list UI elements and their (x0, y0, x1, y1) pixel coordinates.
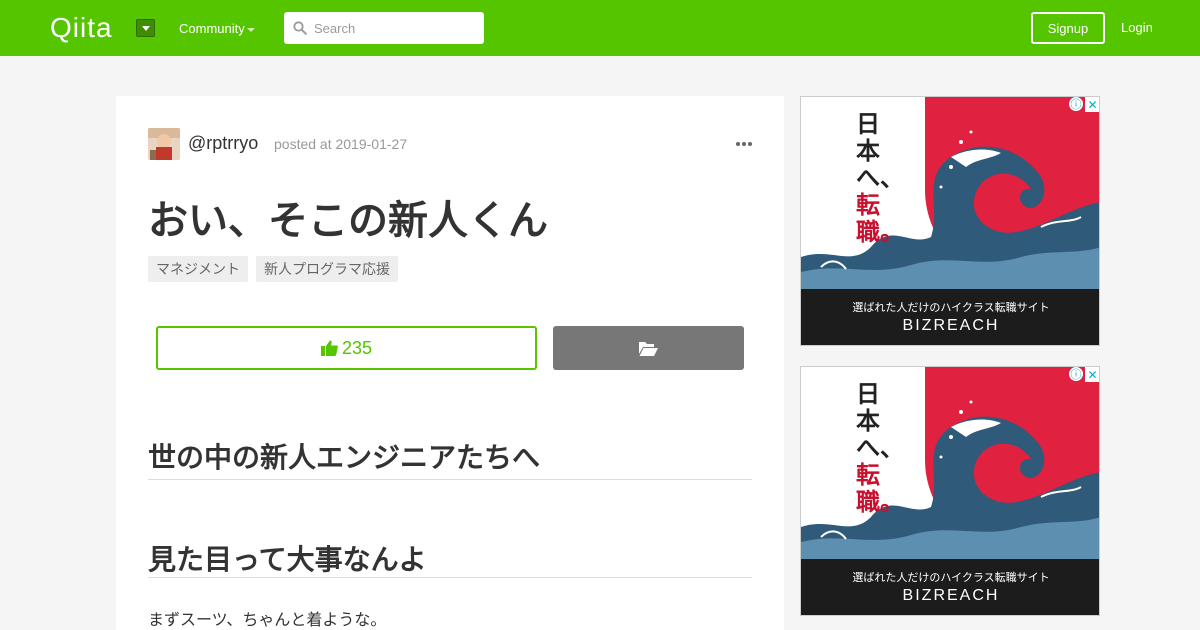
ad-wave-illustration (801, 130, 1099, 289)
ad-close-icon[interactable]: ✕ (1085, 367, 1099, 382)
ad-info-icon[interactable]: ⓘ (1069, 97, 1083, 111)
more-options-icon[interactable] (736, 142, 752, 146)
stock-button[interactable] (553, 326, 744, 370)
tag-item[interactable]: マネジメント (148, 256, 248, 282)
body-paragraph: まずスーツ、ちゃんと着ような。 (148, 610, 387, 629)
signup-button[interactable]: Signup (1031, 12, 1105, 44)
sidebar-ad[interactable]: 日本へ、転職。 選ばれた人だけのハイクラス転職サイト BIZREACH ⓘ ✕ (800, 366, 1100, 616)
tag-list: マネジメント 新人プログラマ応援 (148, 256, 398, 282)
section-heading: 見た目って大事なんよ (148, 538, 752, 578)
community-menu[interactable]: Community (179, 21, 245, 36)
ad-info-icon[interactable]: ⓘ (1069, 367, 1083, 381)
ad-footer-band: 選ばれた人だけのハイクラス転職サイト BIZREACH (801, 559, 1099, 615)
folder-open-icon (639, 341, 658, 356)
ad-close-icon[interactable]: ✕ (1085, 97, 1099, 112)
sidebar-ad[interactable]: 日本へ、転職。 選ばれた人だけのハイクラス転職サイト BIZREACH ⓘ ✕ (800, 96, 1100, 346)
article-card: @rptrryo posted at 2019-01-27 おい、そこの新人くん… (116, 96, 784, 630)
top-header: Qiita Community Signup Login (0, 0, 1200, 56)
qiita-logo[interactable]: Qiita (50, 12, 113, 44)
search-icon (293, 21, 307, 35)
ad-footer-band: 選ばれた人だけのハイクラス転職サイト BIZREACH (801, 289, 1099, 345)
article-title: おい、そこの新人くん (148, 198, 548, 244)
ad-brand: BIZREACH (902, 587, 1000, 604)
ad-tagline: 選ばれた人だけのハイクラス転職サイト (852, 571, 1050, 584)
chevron-down-icon (247, 28, 255, 32)
ad-headline: 日本へ、転職。 (856, 381, 904, 516)
like-count: 235 (341, 337, 373, 358)
thumbs-up-icon (320, 340, 338, 356)
ad-brand: BIZREACH (902, 317, 1000, 334)
section-heading: 世の中の新人エンジニアたちへ (148, 436, 752, 480)
login-link[interactable]: Login (1121, 20, 1153, 35)
search-box (284, 12, 484, 44)
like-button[interactable]: 235 (156, 326, 537, 370)
author-username[interactable]: @rptrryo (188, 133, 258, 154)
tag-item[interactable]: 新人プログラマ応援 (256, 256, 398, 282)
ad-tagline: 選ばれた人だけのハイクラス転職サイト (852, 301, 1050, 314)
ad-headline: 日本へ、転職。 (856, 111, 904, 246)
posted-date: posted at 2019-01-27 (274, 136, 408, 152)
avatar[interactable] (148, 128, 180, 160)
logo-dropdown-toggle[interactable] (136, 19, 155, 37)
search-input[interactable] (314, 12, 479, 44)
ad-wave-illustration (801, 400, 1099, 559)
